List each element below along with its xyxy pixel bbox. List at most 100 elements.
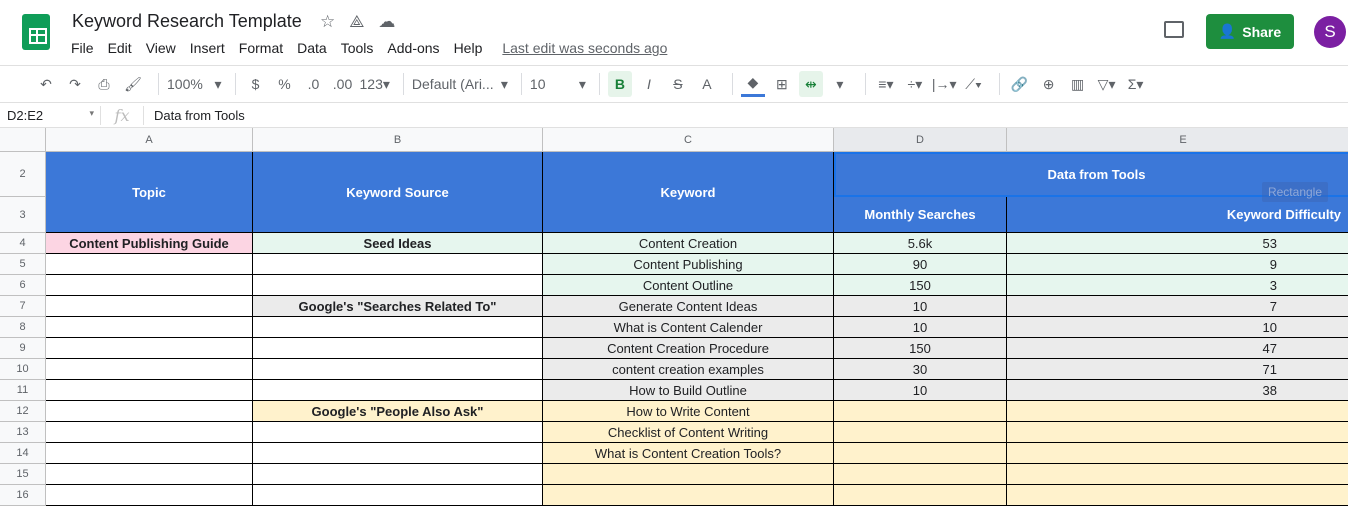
cell-keyword[interactable]: Content Outline (543, 275, 834, 296)
row-header-7[interactable]: 7 (0, 296, 46, 317)
cell-keyword-source[interactable]: Google's "People Also Ask" (253, 401, 543, 422)
cell-monthly-searches[interactable]: 10 (834, 317, 1007, 338)
row-header-12[interactable]: 12 (0, 401, 46, 422)
cell-keyword-difficulty[interactable]: 47 (1007, 338, 1348, 359)
cell-topic[interactable] (46, 401, 253, 422)
star-icon[interactable]: ☆ (320, 12, 335, 32)
cell-keyword-source[interactable] (253, 485, 543, 506)
cell-keyword-source[interactable] (253, 443, 543, 464)
insert-comment-icon[interactable]: ⊕ (1037, 71, 1061, 97)
header-keyword-difficulty[interactable]: Keyword Difficulty (1007, 197, 1348, 233)
currency-button[interactable]: $ (244, 71, 268, 97)
cell-keyword-source[interactable] (253, 464, 543, 485)
cell-keyword-difficulty[interactable]: 10 (1007, 317, 1348, 338)
menu-tools[interactable]: Tools (341, 40, 374, 56)
italic-button[interactable]: I (637, 71, 661, 97)
header-monthly-searches[interactable]: Monthly Searches (834, 197, 1007, 233)
cell-keyword[interactable]: What is Content Creation Tools? (543, 443, 834, 464)
row-header-9[interactable]: 9 (0, 338, 46, 359)
cell-keyword[interactable] (543, 464, 834, 485)
cell-keyword-source[interactable]: Seed Ideas (253, 233, 543, 254)
cell-monthly-searches[interactable] (834, 464, 1007, 485)
cell-keyword-difficulty[interactable]: 3 (1007, 275, 1348, 296)
row-header-15[interactable]: 15 (0, 464, 46, 485)
more-formats-button[interactable]: 123 ▾ (360, 71, 390, 97)
cell-topic[interactable] (46, 338, 253, 359)
cell-keyword[interactable]: What is Content Calender (543, 317, 834, 338)
cell-keyword[interactable] (543, 485, 834, 506)
cell-keyword[interactable]: Generate Content Ideas (543, 296, 834, 317)
cell-keyword-difficulty[interactable]: 9 (1007, 254, 1348, 275)
row-header-10[interactable]: 10 (0, 359, 46, 380)
menu-data[interactable]: Data (297, 40, 327, 56)
menu-edit[interactable]: Edit (108, 40, 132, 56)
cell-keyword-source[interactable] (253, 359, 543, 380)
cell-keyword[interactable]: How to Build Outline (543, 380, 834, 401)
fill-color-icon[interactable]: ◆ (740, 71, 765, 97)
row-header-3[interactable]: 3 (0, 197, 46, 233)
cell-keyword[interactable]: Content Creation Procedure (543, 338, 834, 359)
cell-topic[interactable] (46, 464, 253, 485)
select-all-corner[interactable] (0, 128, 46, 152)
cell-keyword-difficulty[interactable]: 53 (1007, 233, 1348, 254)
cell-keyword-difficulty[interactable] (1007, 485, 1348, 506)
row-header-11[interactable]: 11 (0, 380, 46, 401)
horizontal-align-icon[interactable]: ≡▾ (874, 71, 898, 97)
header-topic[interactable]: Topic (46, 152, 253, 233)
cell-topic[interactable] (46, 296, 253, 317)
document-title[interactable]: Keyword Research Template (72, 11, 302, 32)
cell-keyword[interactable]: Content Creation (543, 233, 834, 254)
insert-chart-icon[interactable]: ▥ (1066, 71, 1090, 97)
cell-topic[interactable] (46, 359, 253, 380)
column-header-A[interactable]: A (46, 128, 253, 152)
cell-keyword-difficulty[interactable]: 7 (1007, 296, 1348, 317)
column-header-C[interactable]: C (543, 128, 834, 152)
cell-keyword-source[interactable]: Google's "Searches Related To" (253, 296, 543, 317)
text-rotation-icon[interactable]: ⟋▾ (962, 71, 986, 97)
cell-monthly-searches[interactable]: 5.6k (834, 233, 1007, 254)
cloud-status-icon[interactable]: ☁ (378, 12, 395, 32)
row-header-13[interactable]: 13 (0, 422, 46, 443)
paint-format-icon[interactable]: 🖌 (121, 71, 145, 97)
cell-topic[interactable]: Content Publishing Guide (46, 233, 253, 254)
cell-keyword-source[interactable] (253, 275, 543, 296)
cell-keyword-difficulty[interactable] (1007, 464, 1348, 485)
text-color-button[interactable]: A (695, 71, 719, 97)
menu-help[interactable]: Help (454, 40, 483, 56)
menu-file[interactable]: File (71, 40, 94, 56)
cell-monthly-searches[interactable] (834, 443, 1007, 464)
cell-keyword-difficulty[interactable] (1007, 401, 1348, 422)
font-select[interactable]: Default (Ari... ▾ (412, 71, 508, 97)
cell-topic[interactable] (46, 422, 253, 443)
insert-link-icon[interactable]: 🔗 (1008, 71, 1032, 97)
cell-topic[interactable] (46, 485, 253, 506)
column-header-D[interactable]: D (834, 128, 1007, 152)
cell-keyword-difficulty[interactable] (1007, 422, 1348, 443)
filter-icon[interactable]: ▽▾ (1095, 71, 1119, 97)
menu-addons[interactable]: Add-ons (387, 40, 439, 56)
bold-button[interactable]: B (607, 71, 632, 97)
increase-decimal-button[interactable]: .00 (331, 71, 355, 97)
cell-monthly-searches[interactable] (834, 422, 1007, 443)
decrease-decimal-button[interactable]: .0 (302, 71, 326, 97)
cell-keyword-source[interactable] (253, 380, 543, 401)
column-header-E[interactable]: E (1007, 128, 1348, 152)
print-icon[interactable]: ⎙ (92, 71, 116, 97)
cell-keyword-source[interactable] (253, 422, 543, 443)
formula-input[interactable]: Data from Tools (154, 108, 245, 123)
row-header-16[interactable]: 16 (0, 485, 46, 506)
cell-topic[interactable] (46, 443, 253, 464)
menu-insert[interactable]: Insert (190, 40, 225, 56)
row-header-14[interactable]: 14 (0, 443, 46, 464)
cell-monthly-searches[interactable]: 150 (834, 275, 1007, 296)
column-header-B[interactable]: B (253, 128, 543, 152)
header-keyword[interactable]: Keyword (543, 152, 834, 233)
cell-monthly-searches[interactable]: 30 (834, 359, 1007, 380)
cell-keyword[interactable]: content creation examples (543, 359, 834, 380)
redo-icon[interactable]: ↷ (63, 71, 87, 97)
cell-topic[interactable] (46, 254, 253, 275)
borders-icon[interactable]: ⊞ (770, 71, 794, 97)
share-button[interactable]: 👤 Share (1206, 14, 1294, 49)
last-edit-link[interactable]: Last edit was seconds ago (502, 40, 667, 56)
menu-view[interactable]: View (146, 40, 176, 56)
